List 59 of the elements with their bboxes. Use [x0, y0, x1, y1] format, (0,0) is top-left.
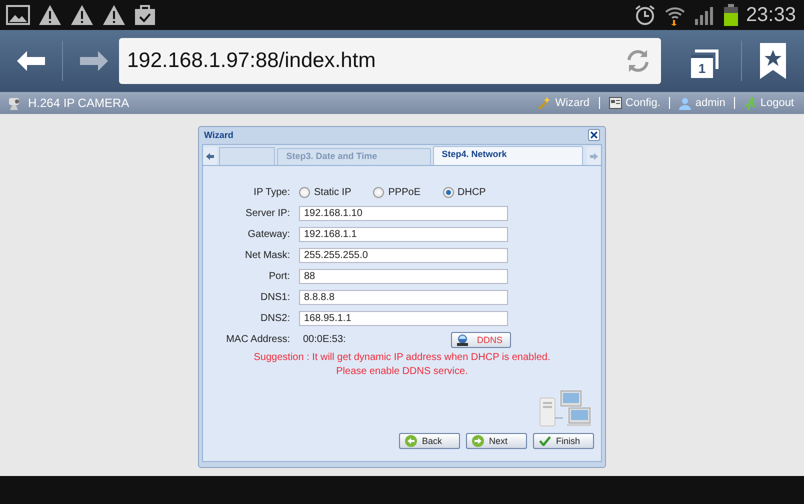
input-field[interactable]: 192.168.1.1	[299, 227, 508, 242]
suggestion-text: Please enable DDNS service.	[335, 366, 469, 378]
ddns-button[interactable]: DDNS	[451, 332, 511, 348]
dialog-title: Wizard	[204, 130, 234, 140]
input-field[interactable]: 8.8.8.8	[299, 290, 508, 305]
input-field[interactable]: 192.168.1.10	[299, 206, 508, 221]
camera-icon	[6, 96, 22, 110]
tabs-button[interactable]: 1	[681, 41, 721, 81]
field-label: Server IP:	[244, 208, 291, 219]
network-computers-icon	[539, 390, 591, 427]
close-button[interactable]	[588, 128, 600, 140]
clock-time: 23:33	[746, 4, 796, 26]
wizard-button[interactable]: Back	[399, 433, 460, 449]
wand-icon	[538, 96, 552, 110]
radio-option[interactable]: DHCP	[442, 187, 486, 198]
field-label: DNS1:	[260, 292, 291, 303]
field-label: Gateway:	[246, 229, 291, 240]
radio-button[interactable]	[299, 187, 310, 198]
field-label: Net Mask:	[244, 250, 291, 261]
input-field[interactable]: 168.95.1.1	[299, 311, 508, 326]
warning-icon	[38, 4, 62, 26]
address-bar[interactable]: 192.168.1.97:88/index.htm	[119, 38, 661, 84]
right-arrow-icon	[80, 51, 108, 71]
battery-icon	[724, 4, 738, 26]
right-arrow-icon	[590, 152, 598, 160]
input-field[interactable]: 255.255.255.0	[299, 248, 508, 263]
left-arrow-icon	[206, 152, 214, 160]
mac-address-value: 00:0E:53:	[303, 334, 347, 345]
alarm-clock-icon	[634, 4, 656, 26]
field-label: IP Type:	[252, 187, 291, 198]
back-circle-icon	[405, 435, 417, 447]
input-field[interactable]: 88	[299, 269, 508, 284]
clipboard-check-icon	[134, 4, 156, 26]
picture-icon	[6, 5, 30, 25]
refresh-icon[interactable]	[625, 48, 651, 74]
radio-option[interactable]: Static IP	[299, 187, 352, 198]
left-arrow-icon	[17, 51, 45, 71]
radio-button[interactable]	[373, 187, 384, 198]
radio-button[interactable]	[442, 187, 454, 198]
field-label: DNS2:	[260, 313, 291, 324]
suggestion-text: Suggestion : It will get dynamic IP address when DHCP is enabled.	[252, 352, 552, 364]
field-label: Port:	[268, 271, 291, 282]
next-circle-icon	[472, 435, 484, 447]
warning-icon	[70, 4, 94, 26]
wizard-tab[interactable]: Step4. Network	[432, 146, 584, 165]
warning-icon	[102, 4, 126, 26]
wizard-button[interactable]: Finish	[533, 433, 594, 449]
radio-option[interactable]: PPPoE	[373, 187, 420, 198]
field-label: MAC Address:	[225, 334, 291, 345]
globe-icon	[456, 334, 469, 346]
signal-icon	[694, 5, 716, 25]
checkmark-icon	[539, 436, 551, 446]
panel-icon	[608, 97, 622, 109]
app-title: H.264 IP CAMERA	[28, 96, 130, 110]
running-man-icon	[744, 96, 756, 110]
wizard-button[interactable]: Next	[466, 433, 527, 449]
user-icon	[679, 96, 692, 110]
bookmark-star-icon	[760, 43, 786, 79]
scroll-left-button[interactable]	[203, 147, 217, 165]
